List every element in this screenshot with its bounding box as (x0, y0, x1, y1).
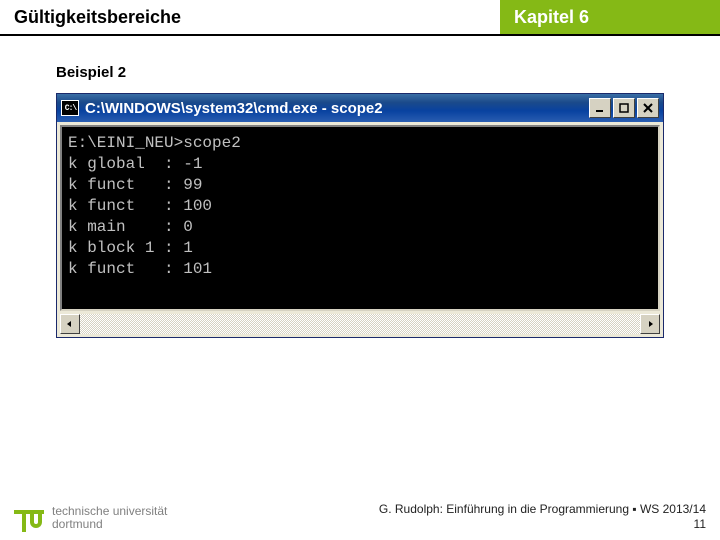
footer-credit: G. Rudolph: Einführung in die Programmie… (379, 502, 706, 517)
university-logo: technische universität dortmund (14, 504, 167, 532)
console-body: E:\EINI_NEU>scope2 k global : -1 k funct… (60, 125, 660, 311)
footer-credit-block: G. Rudolph: Einführung in die Programmie… (379, 502, 706, 532)
uni-line2: dortmund (52, 518, 167, 531)
cmd-icon: C:\ (61, 100, 79, 116)
minimize-button[interactable] (589, 98, 611, 118)
university-name: technische universität dortmund (52, 505, 167, 531)
console-window: C:\ C:\WINDOWS\system32\cmd.exe - scope2… (56, 93, 664, 338)
maximize-button[interactable] (613, 98, 635, 118)
scroll-right-button[interactable] (640, 314, 660, 334)
horizontal-scrollbar[interactable] (60, 314, 660, 334)
slide-footer: technische universität dortmund G. Rudol… (0, 502, 720, 532)
header-chapter: Kapitel 6 (500, 0, 720, 34)
slide-header: Gültigkeitsbereiche Kapitel 6 (0, 0, 720, 36)
close-button[interactable] (637, 98, 659, 118)
slide-content: Beispiel 2 C:\ C:\WINDOWS\system32\cmd.e… (0, 36, 720, 348)
page-number: 11 (379, 517, 706, 532)
window-buttons (589, 98, 659, 118)
example-label: Beispiel 2 (56, 64, 664, 81)
window-titlebar: C:\ C:\WINDOWS\system32\cmd.exe - scope2 (57, 94, 663, 122)
console-output: E:\EINI_NEU>scope2 k global : -1 k funct… (68, 133, 652, 280)
tu-mark-icon (14, 504, 44, 532)
header-topic: Gültigkeitsbereiche (0, 0, 500, 34)
window-title: C:\WINDOWS\system32\cmd.exe - scope2 (85, 100, 583, 117)
scroll-track[interactable] (80, 314, 640, 334)
scroll-left-button[interactable] (60, 314, 80, 334)
